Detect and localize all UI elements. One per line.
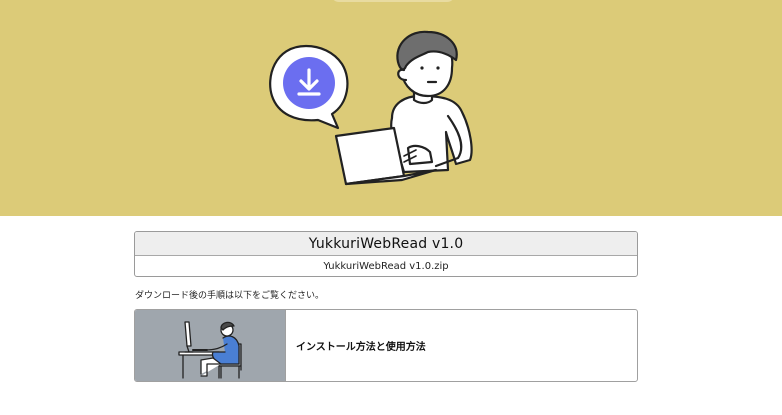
person-at-computer-illustration — [178, 321, 242, 379]
guide-link-label[interactable]: インストール方法と使用方法 — [286, 310, 426, 381]
guide-thumbnail — [135, 310, 286, 381]
person-illustration — [390, 30, 473, 174]
instructions-note: ダウンロード後の手順は以下をご覧ください。 — [135, 291, 325, 301]
download-file-link[interactable]: YukkuriWebRead v1.0.zip — [135, 256, 637, 276]
download-title: YukkuriWebRead v1.0 — [135, 232, 637, 256]
download-speech-bubble — [269, 44, 349, 130]
download-box: YukkuriWebRead v1.0 YukkuriWebRead v1.0.… — [134, 231, 638, 277]
hero-illustration — [269, 30, 473, 186]
guide-link-card[interactable]: インストール方法と使用方法 — [134, 309, 638, 382]
hero-banner — [0, 0, 782, 216]
